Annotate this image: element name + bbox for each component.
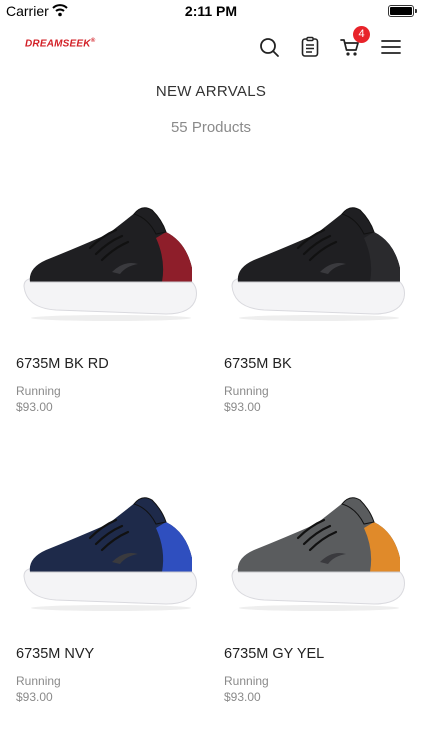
page-title: NEW ARRVALS <box>155 83 267 100</box>
product-price: $93.00 <box>224 690 261 704</box>
product-category: Running <box>224 384 269 398</box>
product-category: Running <box>224 674 269 688</box>
product-category: Running <box>16 384 61 398</box>
product-name[interactable]: 6735M BK <box>224 356 414 372</box>
orders-icon[interactable] <box>299 36 321 58</box>
product-image[interactable] <box>16 168 206 348</box>
product-name[interactable]: 6735M GY YEL <box>224 646 414 662</box>
search-icon[interactable] <box>258 36 280 58</box>
product-card[interactable]: 6735M BK RD Running $93.00 <box>16 168 206 414</box>
product-name[interactable]: 6735M NVY <box>16 646 206 662</box>
product-card[interactable]: 6735M GY YEL Running $93.00 <box>224 458 414 704</box>
product-card[interactable]: 6735M NVY Running $93.00 <box>16 458 206 704</box>
cart-count-badge: 4 <box>353 26 370 43</box>
product-price: $93.00 <box>224 400 261 414</box>
product-count: 55 Products <box>170 119 252 136</box>
product-image[interactable] <box>224 458 414 638</box>
product-price: $93.00 <box>16 400 53 414</box>
product-card[interactable]: 6735M BK Running $93.00 <box>224 168 414 414</box>
product-image[interactable] <box>16 458 206 638</box>
product-image[interactable] <box>224 168 414 348</box>
menu-icon[interactable] <box>380 36 402 58</box>
product-price: $93.00 <box>16 690 53 704</box>
nav-bar: DREAMSEEK® 4 <box>0 22 422 72</box>
status-bar: Carrier 2:11 PM <box>0 0 422 22</box>
product-name[interactable]: 6735M BK RD <box>16 356 206 372</box>
battery-icon <box>388 5 417 17</box>
clock: 2:11 PM <box>184 3 238 19</box>
brand-logo[interactable]: DREAMSEEK® <box>25 38 95 49</box>
product-category: Running <box>16 674 61 688</box>
